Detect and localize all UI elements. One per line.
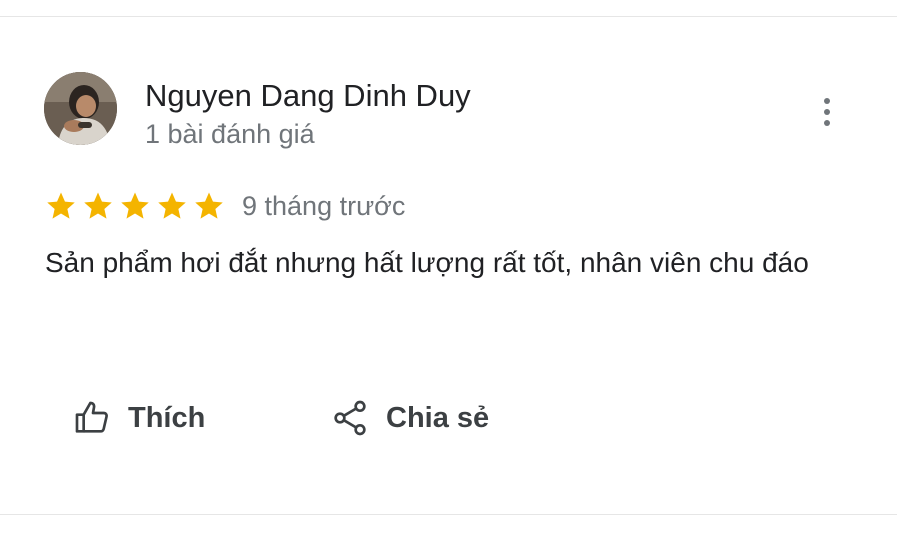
- review-time: 9 tháng trước: [242, 191, 406, 221]
- share-label: Chia sẻ: [386, 401, 490, 434]
- more-vert-icon: [824, 98, 830, 104]
- avatar[interactable]: [44, 72, 117, 145]
- like-label: Thích: [128, 401, 206, 434]
- star-rating: [44, 189, 226, 225]
- more-vert-icon-dot: [824, 109, 830, 115]
- share-icon: [330, 398, 370, 438]
- thumb-up-icon: [72, 398, 112, 438]
- more-options-button[interactable]: [811, 92, 843, 132]
- star-icon: [118, 189, 152, 225]
- more-vert-icon-dot: [824, 120, 830, 126]
- reviewer-name[interactable]: Nguyen Dang Dinh Duy: [145, 76, 471, 116]
- reviewer-review-count: 1 bài đánh giá: [145, 119, 315, 149]
- review-text: Sản phẩm hơi đắt nhưng hất lượng rất tốt…: [45, 247, 809, 278]
- star-icon: [81, 189, 115, 225]
- star-icon: [192, 189, 226, 225]
- review-card: Nguyen Dang Dinh Duy 1 bài đánh giá 9 th…: [0, 0, 897, 536]
- star-icon: [155, 189, 189, 225]
- like-button[interactable]: Thích: [72, 394, 205, 442]
- star-icon: [44, 189, 78, 225]
- avatar-image: [44, 72, 117, 145]
- bottom-divider: [0, 514, 897, 515]
- share-button[interactable]: Chia sẻ: [330, 394, 489, 442]
- top-divider: [0, 16, 897, 17]
